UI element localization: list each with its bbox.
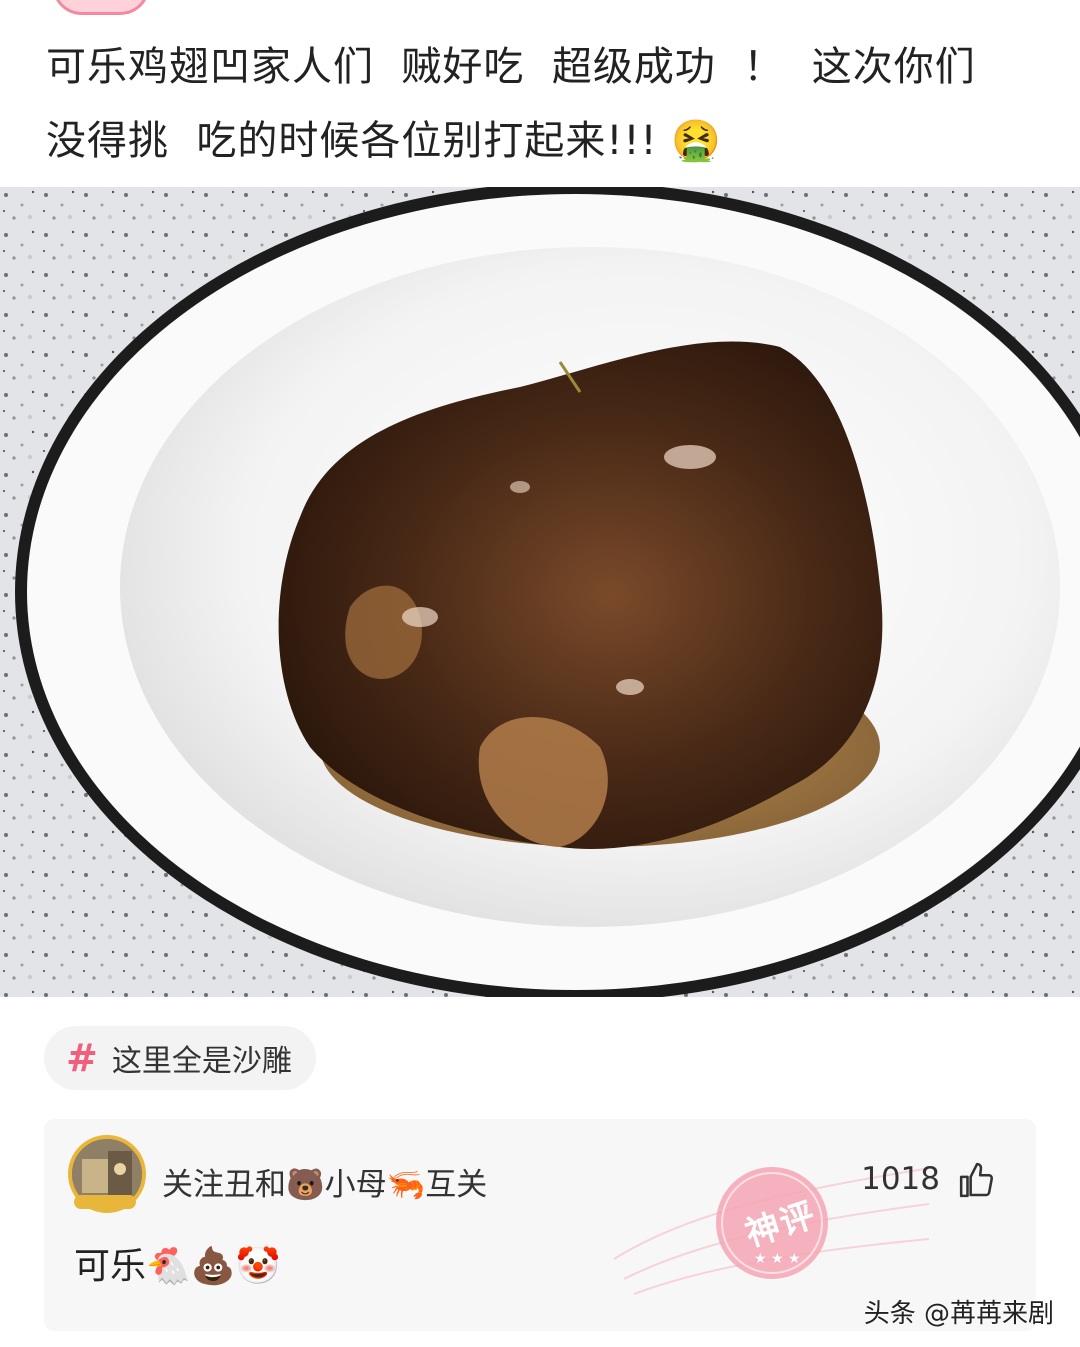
topic-chip[interactable]: # 这里全是沙雕: [44, 1026, 316, 1090]
thumbs-up-icon[interactable]: [958, 1161, 996, 1199]
post-page: 可乐鸡翅凹家人们 贼好吃 超级成功 ！ 这次你们 没得挑 吃的时候各位别打起来!…: [0, 0, 1080, 1347]
comment-username[interactable]: 关注丑和🐻小母🦐互关: [162, 1159, 487, 1204]
post-text: 可乐鸡翅凹家人们 贼好吃 超级成功 ！ 这次你们 没得挑 吃的时候各位别打起来!…: [46, 44, 976, 164]
like-count: 1018: [861, 1161, 940, 1197]
hash-icon: #: [66, 1036, 98, 1080]
watermark: 头条 @苒苒来剧: [863, 1299, 1054, 1329]
topic-label: 这里全是沙雕: [111, 1044, 292, 1079]
food-photo-illustration: [0, 187, 1080, 997]
sticker-decoration: [52, 0, 150, 15]
post-photo[interactable]: [0, 187, 1080, 997]
avatar-frame-badge: [74, 1195, 136, 1209]
comment-text: 可乐🐔💩🤡: [74, 1246, 281, 1287]
